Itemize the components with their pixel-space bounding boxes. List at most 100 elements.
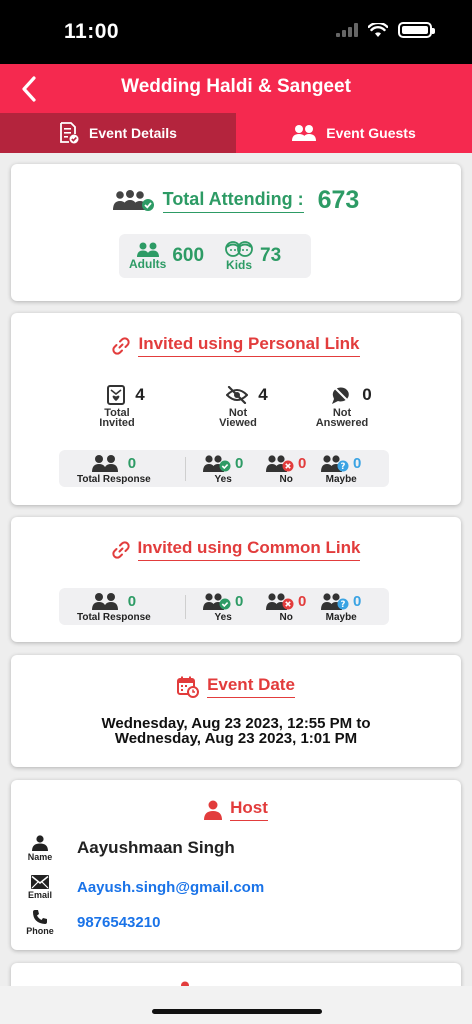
response-maybe-count: 0 (353, 454, 362, 472)
link-icon (112, 336, 131, 355)
host-email-link[interactable]: Aayush.singh@gmail.com (77, 879, 264, 896)
common-link-header: Invited using Common Link (11, 538, 461, 561)
response-maybe-label: Maybe (325, 474, 357, 485)
response-maybe: ? 0 Maybe (321, 453, 361, 485)
name-icon-block: Name (27, 834, 53, 862)
host-card: Host Name Aayushmaan Singh Email Aayush.… (11, 780, 461, 950)
personal-link-header: Invited using Personal Link (11, 334, 461, 357)
home-indicator[interactable] (152, 1009, 322, 1014)
response-yes-count: 0 (235, 592, 244, 610)
adults-label: Adults (129, 256, 167, 271)
event-date-card: Event Date Wednesday, Aug 23 2023, 12:55… (11, 655, 461, 767)
host-phone-link[interactable]: 9876543210 (77, 914, 160, 931)
not-viewed-stat: 4 Not Viewed (207, 385, 287, 429)
response-no: 0 No (266, 453, 306, 485)
chat-off-icon (332, 386, 350, 404)
page-title: Wedding Haldi & Sangeet (121, 76, 351, 97)
adults-icon (136, 242, 159, 257)
wifi-icon (368, 22, 388, 37)
document-check-icon (60, 122, 79, 144)
users-icon (292, 125, 317, 141)
response-maybe: ? 0 Maybe (321, 591, 361, 623)
total-invited-stat: 4 Total Invited (86, 385, 166, 429)
not-answered-count: 0 (362, 385, 372, 404)
bottom-safe-area (0, 986, 472, 1024)
personal-link-card: Invited using Personal Link 4 Total Invi… (11, 313, 461, 505)
kids-block: Kids (224, 240, 254, 272)
group-icon (91, 593, 118, 610)
person-icon (204, 800, 223, 820)
link-icon (111, 540, 130, 559)
common-response-box: 0 Total Response 0 Yes 0 No ? 0 Maybe (59, 588, 389, 625)
adults-stat: Adults 600 (129, 242, 204, 271)
common-link-card: Invited using Common Link 0 Total Respon… (11, 517, 461, 642)
svg-text:?: ? (341, 600, 346, 610)
host-header: Host (11, 798, 461, 821)
attending-total: 673 (317, 186, 360, 214)
mail-icon (31, 874, 49, 889)
event-date-range: Wednesday, Aug 23 2023, 12:55 PM to Wedn… (101, 715, 371, 747)
response-yes-label: Yes (214, 612, 232, 623)
group-yes-icon (203, 593, 231, 610)
svg-text:?: ? (341, 462, 346, 472)
battery-icon (398, 22, 435, 38)
phone-icon (33, 909, 47, 924)
response-yes-count: 0 (235, 454, 244, 472)
response-yes: 0 Yes (203, 591, 243, 623)
response-yes-label: Yes (214, 474, 232, 485)
group-icon (91, 455, 118, 472)
response-yes: 0 Yes (203, 453, 243, 485)
response-total-count: 0 (127, 454, 137, 472)
group-check-icon (112, 189, 154, 211)
attending-title: Total Attending : (162, 189, 304, 213)
group-maybe-icon: ? (321, 593, 349, 610)
not-viewed-label: Not Viewed (219, 407, 257, 429)
not-answered-stat: 0 Not Answered (311, 385, 391, 429)
tab-event-details[interactable]: Event Details (0, 113, 236, 153)
kids-icon (225, 240, 253, 257)
invitation-icon (107, 385, 126, 405)
attending-card: Total Attending : 673 Adults 600 Kids 73 (11, 164, 461, 301)
app-header: Wedding Haldi & Sangeet (0, 64, 472, 113)
response-no-label: No (279, 612, 293, 623)
response-total: 0 Total Response (77, 591, 151, 624)
signal-icon (336, 23, 358, 37)
status-bar: 11:00 (0, 0, 472, 64)
adults-block: Adults (129, 242, 166, 271)
response-no-count: 0 (298, 592, 307, 610)
response-total: 0 Total Response (77, 453, 151, 486)
personal-response-box: 0 Total Response 0 Yes 0 No ? 0 Maybe (59, 450, 389, 487)
total-invited-label: Total Invited (99, 407, 135, 429)
common-link-title: Invited using Common Link (137, 538, 361, 561)
attending-header: Total Attending : 673 (11, 186, 461, 215)
host-email-row: Email Aayush.singh@gmail.com (27, 872, 447, 902)
tab-event-guests[interactable]: Event Guests (236, 113, 472, 153)
response-no-label: No (279, 474, 293, 485)
host-name-row: Name Aayushmaan Singh (27, 832, 447, 864)
not-answered-label: Not Answered (315, 407, 369, 429)
adults-kids-box: Adults 600 Kids 73 (119, 234, 311, 278)
not-viewed-count: 4 (258, 385, 268, 404)
kids-label: Kids (226, 257, 253, 272)
group-no-icon (266, 455, 294, 472)
response-no-count: 0 (298, 454, 307, 472)
response-maybe-count: 0 (353, 592, 362, 610)
tab-event-details-label: Event Details (89, 125, 177, 141)
kids-stat: Kids 73 (224, 240, 282, 272)
kids-count: 73 (260, 245, 282, 266)
personal-link-title: Invited using Personal Link (138, 334, 360, 357)
response-total-label: Total Response (77, 612, 151, 623)
divider (185, 457, 186, 481)
group-maybe-icon: ? (321, 455, 349, 472)
status-icons (336, 22, 435, 38)
response-total-count: 0 (127, 592, 137, 610)
host-title: Host (230, 798, 268, 821)
host-name: Aayushmaan Singh (77, 838, 235, 857)
status-time: 11:00 (64, 20, 120, 43)
person-icon (32, 834, 48, 851)
event-date-header: Event Date (11, 675, 461, 698)
tab-bar: Event Details Event Guests (0, 113, 472, 153)
divider (185, 595, 186, 619)
adults-count: 600 (172, 245, 205, 266)
name-label: Name (27, 851, 53, 862)
